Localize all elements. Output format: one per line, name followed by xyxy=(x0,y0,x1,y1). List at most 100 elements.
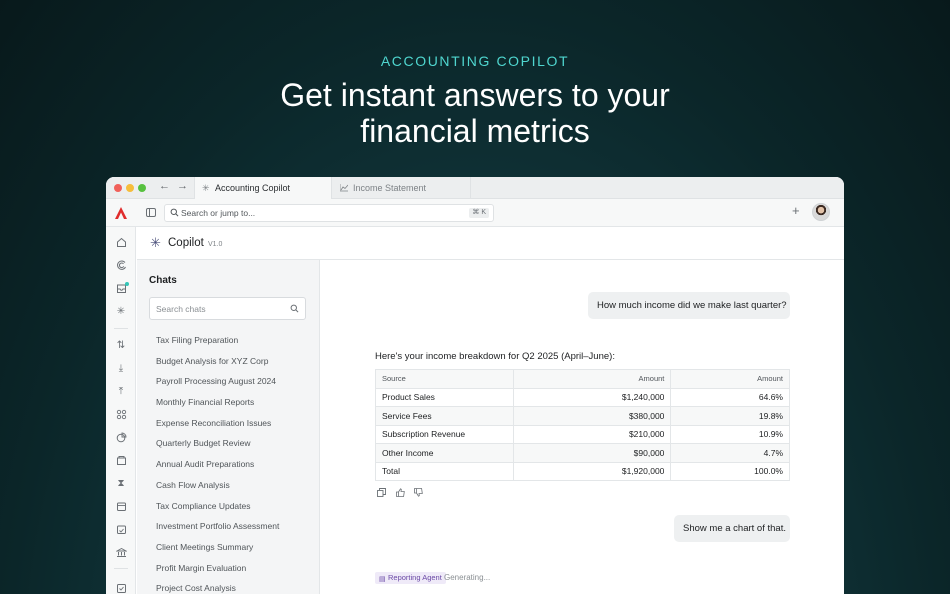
calendar-icon[interactable] xyxy=(115,501,127,513)
bank-icon[interactable] xyxy=(114,547,128,559)
chat-list-item[interactable]: Budget Analysis for XYZ Corp xyxy=(156,355,316,376)
chat-search-input[interactable] xyxy=(156,302,281,316)
window-maximize-button[interactable] xyxy=(138,184,146,192)
table-cell: Total xyxy=(375,461,514,481)
app-window: ← → ✳ Accounting Copilot Income Statemen… xyxy=(106,177,844,594)
chats-panel: Chats Tax Filing Preparation Budget Anal… xyxy=(137,260,320,594)
brand-logo-icon[interactable] xyxy=(114,206,128,220)
tab-label: Accounting Copilot xyxy=(215,183,291,193)
copilot-version: V1.0 xyxy=(208,241,223,248)
chat-list-item[interactable]: Quarterly Budget Review xyxy=(156,437,316,458)
back-arrow-icon[interactable]: ← xyxy=(159,180,170,192)
agent-label: Reporting Agent xyxy=(388,573,442,582)
sidebar-toggle-icon[interactable] xyxy=(146,208,156,217)
chart-line-icon xyxy=(339,177,349,200)
home-icon[interactable] xyxy=(115,237,127,249)
analytics-icon[interactable] xyxy=(115,260,127,272)
table-header-row: Source Amount Amount xyxy=(375,369,790,389)
calendar-check-icon[interactable] xyxy=(115,524,127,536)
table-cell: Subscription Revenue xyxy=(375,424,514,444)
search-icon xyxy=(170,208,179,217)
copilot-sparkle-icon[interactable]: ✳ xyxy=(115,306,127,318)
table-cell: 4.7% xyxy=(670,443,790,463)
conversation-area: How much income did we make last quarter… xyxy=(321,260,844,594)
chat-list-item[interactable]: Investment Portfolio Assessment xyxy=(156,520,316,541)
hero-eyebrow: ACCOUNTING COPILOT xyxy=(380,53,570,69)
tab-accounting-copilot[interactable]: ✳ Accounting Copilot xyxy=(194,177,332,199)
tab-income-statement[interactable]: Income Statement xyxy=(333,177,471,199)
tab-bar: ← → ✳ Accounting Copilot Income Statemen… xyxy=(106,177,844,199)
copilot-title: Copilot xyxy=(168,237,204,249)
chat-list-item[interactable]: Payroll Processing August 2024 xyxy=(156,375,316,396)
apps-grid-icon[interactable] xyxy=(115,409,127,421)
chat-list-item[interactable]: Tax Filing Preparation xyxy=(156,334,316,355)
table-cell: $210,000 xyxy=(512,424,672,444)
thumbs-up-icon[interactable] xyxy=(396,488,406,499)
hero-title-line-2: financial metrics xyxy=(360,113,590,149)
nav-rail: ✳ ⇅ ⤓ ⤒ ⧗ xyxy=(106,227,136,594)
chat-list-item[interactable]: Annual Audit Preparations xyxy=(156,458,316,479)
table-cell: $380,000 xyxy=(512,406,672,426)
table-cell: 19.8% xyxy=(670,406,790,426)
chat-search[interactable] xyxy=(149,297,306,320)
hero-title: Get instant answers to your financial me… xyxy=(0,77,950,149)
global-search-input[interactable] xyxy=(181,206,461,220)
window-minimize-button[interactable] xyxy=(126,184,134,192)
table-header-cell: Amount xyxy=(512,369,672,389)
assistant-answer-intro: Here's your income breakdown for Q2 2025… xyxy=(375,351,615,362)
table-row: Service Fees $380,000 19.8% xyxy=(375,406,790,426)
download-icon[interactable]: ⤓ xyxy=(115,363,127,375)
table-header-cell: Amount xyxy=(670,369,790,389)
table-cell: 64.6% xyxy=(670,387,790,407)
chat-list-item[interactable]: Profit Margin Evaluation xyxy=(156,562,316,583)
chat-list-item[interactable]: Tax Compliance Updates xyxy=(156,500,316,521)
toolbar: ⌘ K + xyxy=(106,199,844,227)
income-breakdown-table: Source Amount Amount Product Sales $1,24… xyxy=(375,369,790,481)
table-row: Other Income $90,000 4.7% xyxy=(375,443,790,463)
tab-label: Income Statement xyxy=(353,183,427,193)
user-message: How much income did we make last quarter… xyxy=(588,292,790,319)
chat-list-item[interactable]: Monthly Financial Reports xyxy=(156,396,316,417)
documents-icon[interactable] xyxy=(115,455,127,467)
table-cell: 10.9% xyxy=(670,424,790,444)
sparkle-icon: ✳ xyxy=(202,183,210,193)
global-search[interactable]: ⌘ K xyxy=(164,204,494,222)
rail-divider xyxy=(114,328,128,329)
user-avatar[interactable] xyxy=(812,203,830,221)
pie-chart-icon[interactable] xyxy=(115,432,127,444)
window-close-button[interactable] xyxy=(114,184,122,192)
search-icon xyxy=(290,304,299,313)
copy-icon[interactable] xyxy=(377,488,387,499)
user-message: Show me a chart of that. xyxy=(674,515,790,542)
forward-arrow-icon[interactable]: → xyxy=(177,180,188,192)
generating-status: Generating... xyxy=(444,573,491,582)
table-cell: Other Income xyxy=(375,443,514,463)
thumbs-down-icon[interactable] xyxy=(414,488,424,499)
chat-list-item[interactable]: Project Cost Analysis xyxy=(156,582,316,594)
new-tab-plus-icon[interactable]: + xyxy=(792,203,800,218)
chat-list-item[interactable]: Client Meetings Summary xyxy=(156,541,316,562)
inbox-notification-dot xyxy=(125,282,129,286)
table-cell: $1,920,000 xyxy=(512,461,672,481)
table-cell: $90,000 xyxy=(512,443,672,463)
reporting-agent-badge: ▤ Reporting Agent xyxy=(375,572,446,584)
copilot-sparkle-icon: ✳ xyxy=(150,235,161,250)
tasks-check-icon[interactable] xyxy=(115,583,127,594)
copilot-header: ✳ Copilot V1.0 xyxy=(137,227,844,260)
rail-divider xyxy=(114,568,128,569)
table-cell: Product Sales xyxy=(375,387,514,407)
table-header-cell: Source xyxy=(375,369,514,389)
chat-list-item[interactable]: Cash Flow Analysis xyxy=(156,479,316,500)
chat-list-item[interactable]: Expense Reconciliation Issues xyxy=(156,417,316,438)
table-cell: $1,240,000 xyxy=(512,387,672,407)
table-cell: Service Fees xyxy=(375,406,514,426)
search-shortcut-badge: ⌘ K xyxy=(469,208,489,218)
hourglass-icon[interactable]: ⧗ xyxy=(115,478,127,490)
chats-title: Chats xyxy=(149,275,177,286)
document-icon: ▤ xyxy=(379,576,386,583)
transfer-arrows-icon[interactable]: ⇅ xyxy=(115,340,127,352)
upload-icon[interactable]: ⤒ xyxy=(115,386,127,398)
table-row: Subscription Revenue $210,000 10.9% xyxy=(375,424,790,444)
table-row: Product Sales $1,240,000 64.6% xyxy=(375,387,790,407)
hero-title-line-1: Get instant answers to your xyxy=(280,77,670,113)
